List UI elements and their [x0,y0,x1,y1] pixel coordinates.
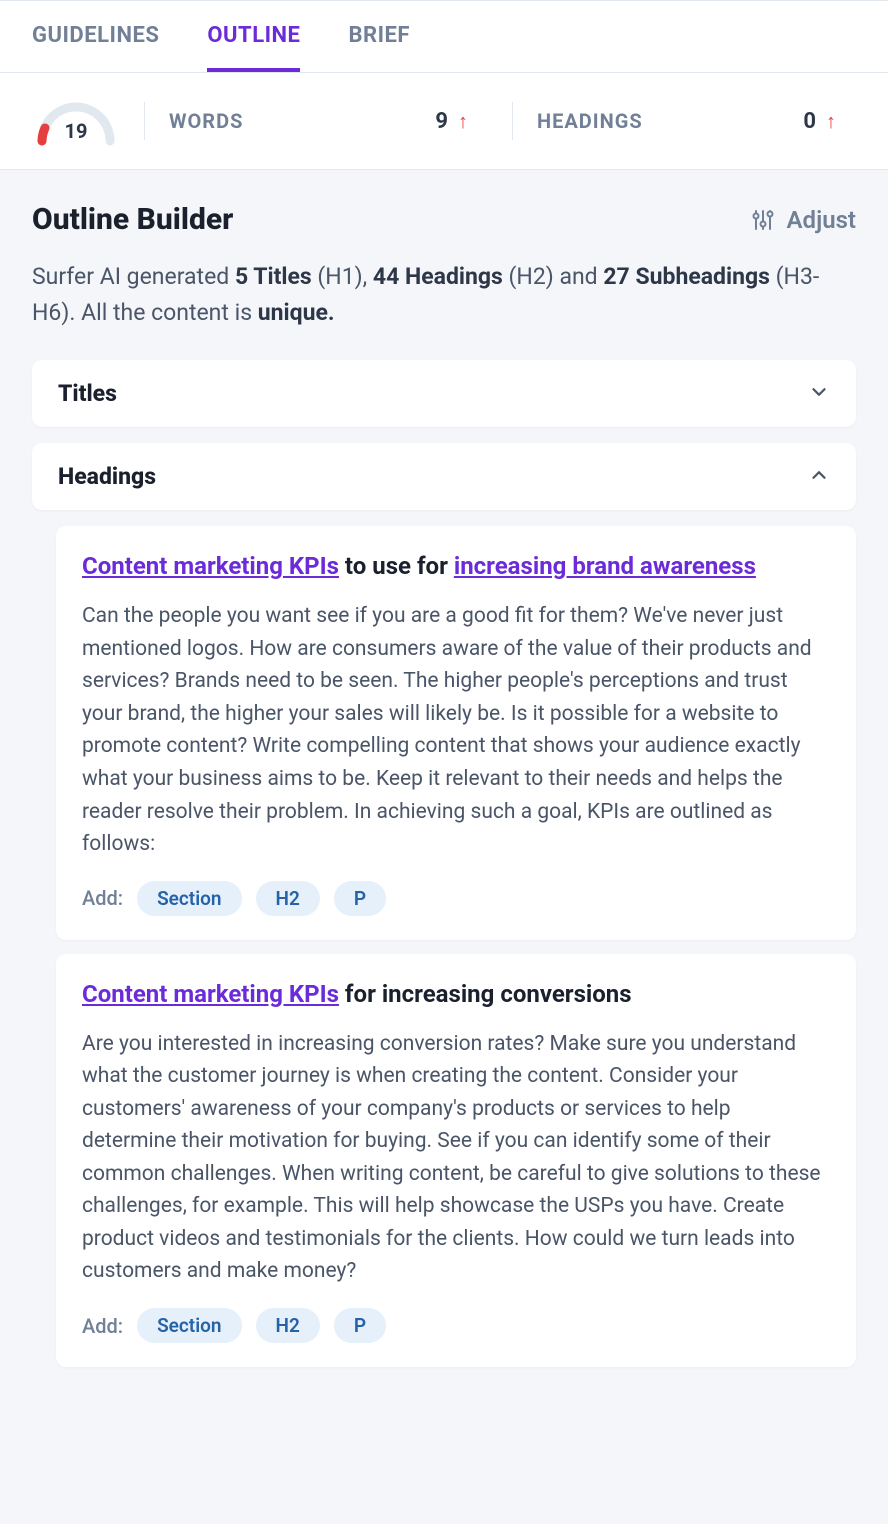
chevron-down-icon [808,381,830,407]
content-score-value: 19 [32,119,120,143]
tab-brief[interactable]: BRIEF [348,1,410,72]
sliders-icon [751,208,775,232]
adjust-label: Adjust [787,206,856,234]
stats-bar: 19 WORDS 9 ↑ HEADINGS 0 ↑ [0,73,888,170]
panel-titles-label: Titles [58,380,117,407]
top-tabs: GUIDELINES OUTLINE BRIEF [0,0,888,73]
page-title: Outline Builder [32,202,233,237]
add-label: Add: [82,886,123,910]
heading-card-title: Content marketing KPIs to use for increa… [82,548,830,584]
stat-headings: HEADINGS 0 ↑ [537,109,856,134]
panel-titles: Titles [32,360,856,427]
heading-card-title: Content marketing KPIs for increasing co… [82,976,830,1012]
divider [512,102,513,140]
add-h2-button[interactable]: H2 [256,881,320,916]
keyword-link[interactable]: increasing brand awareness [454,552,756,580]
stat-words: WORDS 9 ↑ [169,109,488,134]
adjust-button[interactable]: Adjust [751,206,856,234]
content-score-gauge: 19 [32,93,120,149]
add-h2-button[interactable]: H2 [256,1308,320,1343]
heading-card-body: Can the people you want see if you are a… [82,600,830,860]
add-row: Add: Section H2 P [82,881,830,916]
add-p-button[interactable]: P [334,1308,386,1343]
tab-outline[interactable]: OUTLINE [207,1,300,72]
stat-headings-value: 0 [803,109,816,134]
panel-headings-toggle[interactable]: Headings [58,463,830,490]
content-area: Outline Builder Adjust Surfer AI generat… [0,170,888,1399]
stat-words-label: WORDS [169,109,243,133]
stat-headings-label: HEADINGS [537,109,643,133]
heading-card: Content marketing KPIs for increasing co… [56,954,856,1367]
outline-header: Outline Builder Adjust [32,202,856,237]
add-section-button[interactable]: Section [137,1308,241,1343]
panel-headings-label: Headings [58,463,156,490]
chevron-up-icon [808,464,830,490]
keyword-link[interactable]: Content marketing KPIs [82,552,339,580]
tab-guidelines[interactable]: GUIDELINES [32,1,159,72]
add-row: Add: Section H2 P [82,1308,830,1343]
panel-headings: Headings [32,443,856,510]
add-p-button[interactable]: P [334,881,386,916]
heading-card-body: Are you interested in increasing convers… [82,1028,830,1288]
divider [144,102,145,140]
keyword-link[interactable]: Content marketing KPIs [82,980,339,1008]
add-section-button[interactable]: Section [137,881,241,916]
heading-card: Content marketing KPIs to use for increa… [56,526,856,939]
panel-titles-toggle[interactable]: Titles [58,380,830,407]
intro-text: Surfer AI generated 5 Titles (H1), 44 He… [32,259,856,330]
add-label: Add: [82,1314,123,1338]
arrow-up-icon: ↑ [458,109,468,134]
stat-words-value: 9 [435,109,448,134]
arrow-up-icon: ↑ [826,109,836,134]
